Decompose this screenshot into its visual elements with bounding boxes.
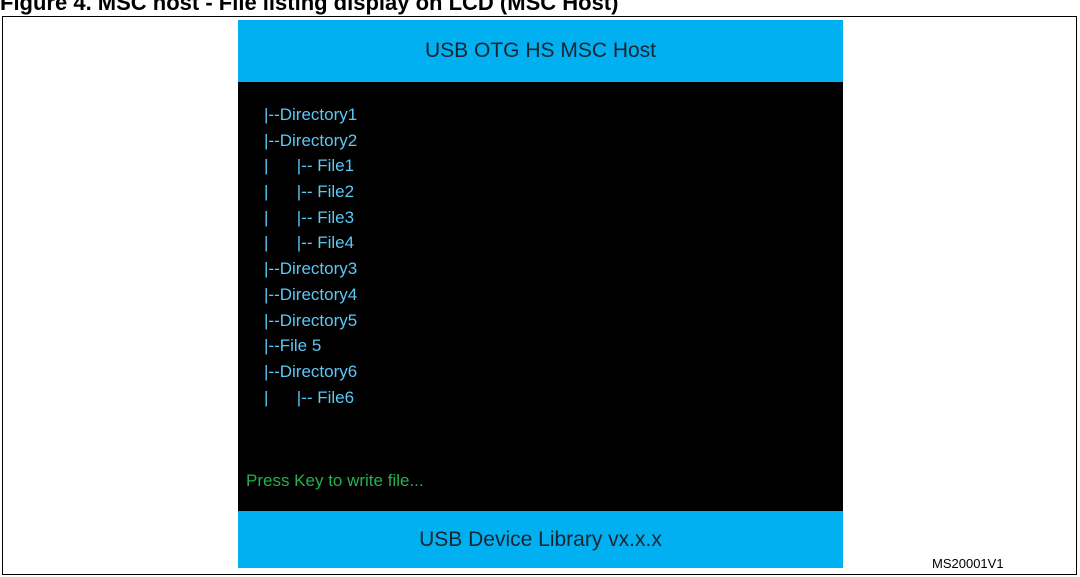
- tree-line-directory4: |--Directory4: [264, 284, 358, 304]
- tree-line-directory1: |--Directory1: [264, 105, 358, 124]
- lcd-header-title: USB OTG HS MSC Host: [424, 39, 657, 62]
- figure-caption: Figure 4. MSC host - File listing displa…: [0, 0, 619, 15]
- lcd-screen: USB OTG HS MSC Host |--Directory1 |--Dir…: [238, 20, 843, 568]
- figure-id: MS20001V1: [932, 556, 1004, 571]
- tree-line-file3: | |-- File3: [264, 207, 355, 227]
- tree-line-file5: |--File 5: [264, 336, 322, 356]
- file-tree: |--Directory1 |--Directory2 | |-- File1 …: [264, 102, 357, 410]
- lcd-footer-text: USB Device Library vx.x.x: [419, 527, 662, 551]
- lcd-body: |--Directory1 |--Directory2 | |-- File1 …: [238, 82, 843, 511]
- page: Figure 4. MSC host - File listing displa…: [0, 0, 1080, 577]
- tree-line-file1: | |-- File1: [264, 156, 355, 176]
- tree-line-directory5: |--Directory5: [264, 310, 358, 330]
- tree-line-file6: | |-- File6: [264, 387, 355, 407]
- tree-line-file4: | |-- File4: [264, 233, 355, 253]
- lcd-footer-bar: USB Device Library vx.x.x: [238, 511, 843, 568]
- tree-line-file2: | |-- File2: [264, 182, 355, 202]
- status-message: Press Key to write file...: [246, 471, 424, 490]
- lcd-header-bar: USB OTG HS MSC Host: [238, 20, 843, 82]
- tree-line-directory2: |--Directory2: [264, 130, 358, 150]
- tree-line-directory6: |--Directory6: [264, 361, 358, 381]
- tree-line-directory3: |--Directory3: [264, 259, 358, 279]
